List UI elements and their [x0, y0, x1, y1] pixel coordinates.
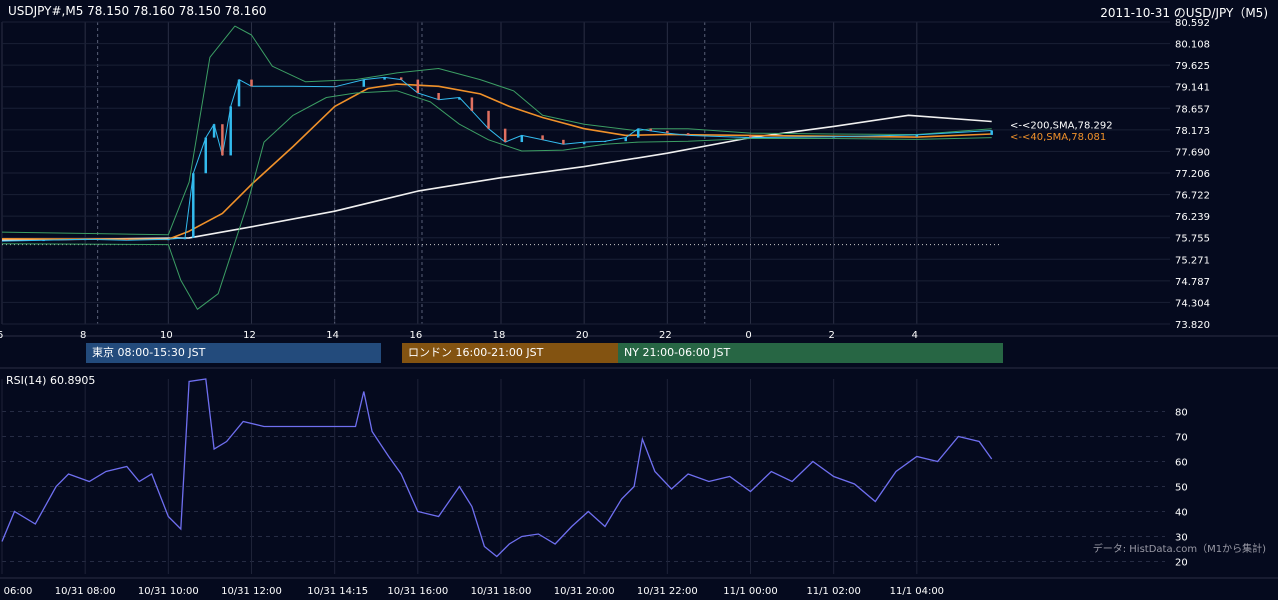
- data-source: データ: HistData.com（M1から集計): [1092, 544, 1266, 555]
- x-tick-label: 8: [80, 330, 86, 341]
- rsi-y-tick: 70: [1175, 433, 1188, 444]
- time-axis-label: 11/1 00:00: [723, 586, 777, 597]
- x-tick-label: 12: [243, 330, 256, 341]
- rsi-line: [1, 378, 993, 558]
- time-axis-label: 10/31 14:15: [307, 586, 368, 597]
- time-axis-label: 11/1 02:00: [806, 586, 860, 597]
- rsi-y-tick: 60: [1175, 458, 1188, 469]
- y-tick-label: 76.722: [1175, 191, 1210, 202]
- y-tick-label: 79.625: [1175, 61, 1210, 72]
- x-tick-label: 6: [0, 330, 3, 341]
- x-tick-label: 20: [576, 330, 589, 341]
- time-axis-label: 11/1 04:00: [890, 586, 944, 597]
- y-tick-label: 77.690: [1175, 147, 1210, 158]
- time-axis-label: 10/31 12:00: [221, 586, 282, 597]
- rsi-y-tick: 80: [1175, 408, 1188, 419]
- rsi-y-tick: 40: [1175, 508, 1188, 519]
- x-tick-label: 2: [828, 330, 834, 341]
- rsi-title: RSI(14) 60.8905: [6, 374, 96, 387]
- chart-caption: 2011-10-31 のUSD/JPY（M5): [1100, 6, 1268, 20]
- y-tick-label: 77.206: [1175, 169, 1210, 180]
- rsi-y-tick: 20: [1175, 558, 1188, 569]
- x-tick-label: 16: [409, 330, 422, 341]
- sma200-annotation: <-<200,SMA,78.292: [1010, 121, 1113, 132]
- time-axis-label: 10/31 10:00: [138, 586, 199, 597]
- y-tick-label: 79.141: [1175, 83, 1210, 94]
- time-axis-label: 10/31 18:00: [471, 586, 532, 597]
- session-tokyo: 東京 08:00-15:30 JST: [86, 343, 381, 363]
- session-london: ロンドン 16:00-21:00 JST: [402, 343, 618, 363]
- y-tick-label: 74.787: [1175, 277, 1210, 288]
- sma40-annotation: <-<40,SMA,78.081: [1010, 132, 1106, 143]
- x-tick-label: 14: [326, 330, 339, 341]
- x-tick-label: 22: [659, 330, 672, 341]
- time-axis-label: 10/31 08:00: [55, 586, 116, 597]
- symbol-info: USDJPY#,M5 78.150 78.160 78.150 78.160: [8, 4, 267, 18]
- time-axis-label: 10/31 16:00: [387, 586, 448, 597]
- y-tick-label: 74.304: [1175, 298, 1210, 309]
- x-tick-label: 10: [160, 330, 173, 341]
- y-tick-label: 73.820: [1175, 320, 1210, 331]
- time-axis-label: 10/31 06:00: [0, 586, 32, 597]
- y-tick-label: 78.657: [1175, 104, 1210, 115]
- y-tick-label: 80.108: [1175, 40, 1210, 51]
- x-tick-label: 18: [493, 330, 506, 341]
- rsi-y-tick: 50: [1175, 483, 1188, 494]
- y-tick-label: 78.173: [1175, 126, 1210, 137]
- chart-canvas: 681012141618202202480.59280.10879.62579.…: [0, 18, 1278, 597]
- bollinger-upper-line: [1, 25, 992, 236]
- time-axis-label: 10/31 20:00: [554, 586, 615, 597]
- x-tick-label: 0: [745, 330, 751, 341]
- x-tick-label: 4: [912, 330, 918, 341]
- time-axis-label: 10/31 22:00: [637, 586, 698, 597]
- y-tick-label: 75.271: [1175, 255, 1210, 266]
- y-tick-label: 76.239: [1175, 212, 1210, 223]
- y-tick-label: 75.755: [1175, 234, 1210, 245]
- bollinger-lower-line: [1, 90, 992, 310]
- session-ny: NY 21:00-06:00 JST: [618, 343, 1003, 363]
